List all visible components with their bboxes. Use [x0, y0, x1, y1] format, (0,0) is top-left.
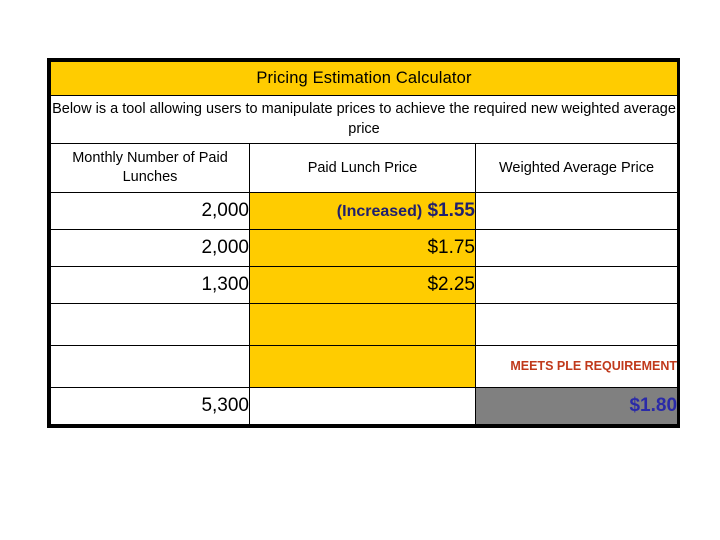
calculator-table: Pricing Estimation Calculator Below is a…: [49, 61, 679, 425]
cell-price-3[interactable]: $2.25: [249, 266, 476, 304]
table-row: MEETS PLE REQUIREMENT: [50, 345, 679, 388]
table-row: [50, 303, 679, 346]
price-value-1: $1.55: [427, 200, 475, 221]
cell-weighted-average-2: [474, 229, 679, 267]
cell-price-2[interactable]: $1.75: [249, 229, 476, 267]
table-row: 1,300 $2.25: [50, 266, 679, 304]
widget-description: Below is a tool allowing users to manipu…: [49, 95, 679, 144]
table-row: 2,000 $1.75: [50, 229, 679, 267]
cell-lunches-4[interactable]: [50, 303, 250, 346]
column-header-paid-lunch-price: Paid Lunch Price: [249, 143, 476, 193]
increased-label-1: (Increased): [336, 203, 423, 220]
cell-lunches-2[interactable]: 2,000: [50, 229, 250, 267]
cell-weighted-average-4: [474, 303, 679, 346]
description-row: Below is a tool allowing users to manipu…: [49, 95, 679, 144]
cell-total-weighted-average: $1.80: [474, 387, 679, 425]
total-row: 5,300 $1.80: [50, 387, 679, 425]
cell-lunches-1[interactable]: 2,000: [50, 192, 250, 230]
cell-price-4[interactable]: [249, 303, 476, 346]
title-row: Pricing Estimation Calculator: [49, 61, 679, 96]
ple-requirement-status-text: MEETS PLE REQUIREMENT: [510, 359, 678, 374]
cell-weighted-average-3: [474, 266, 679, 304]
cell-price-5[interactable]: [249, 345, 476, 388]
cell-ple-requirement-note: MEETS PLE REQUIREMENT: [474, 345, 679, 388]
cell-price-1[interactable]: (Increased) $1.55: [249, 192, 476, 230]
widget-title: Pricing Estimation Calculator: [49, 61, 679, 96]
screenshot-canvas: Pricing Estimation Calculator Below is a…: [0, 0, 720, 540]
cell-lunches-5[interactable]: [50, 345, 250, 388]
table-row: 2,000 (Increased) $1.55: [50, 192, 679, 230]
column-header-row: Monthly Number of Paid Lunches Paid Lunc…: [50, 143, 679, 193]
total-weighted-average-value: $1.80: [629, 395, 678, 416]
cell-total-lunches: 5,300: [50, 387, 250, 425]
cell-total-price: [249, 387, 476, 425]
cell-weighted-average-1: [474, 192, 679, 230]
column-header-weighted-average-price: Weighted Average Price: [474, 143, 679, 193]
cell-lunches-3[interactable]: 1,300: [50, 266, 250, 304]
pricing-estimation-calculator: Pricing Estimation Calculator Below is a…: [47, 58, 680, 428]
column-header-monthly-number-of-paid-lunches: Monthly Number of Paid Lunches: [50, 143, 250, 193]
